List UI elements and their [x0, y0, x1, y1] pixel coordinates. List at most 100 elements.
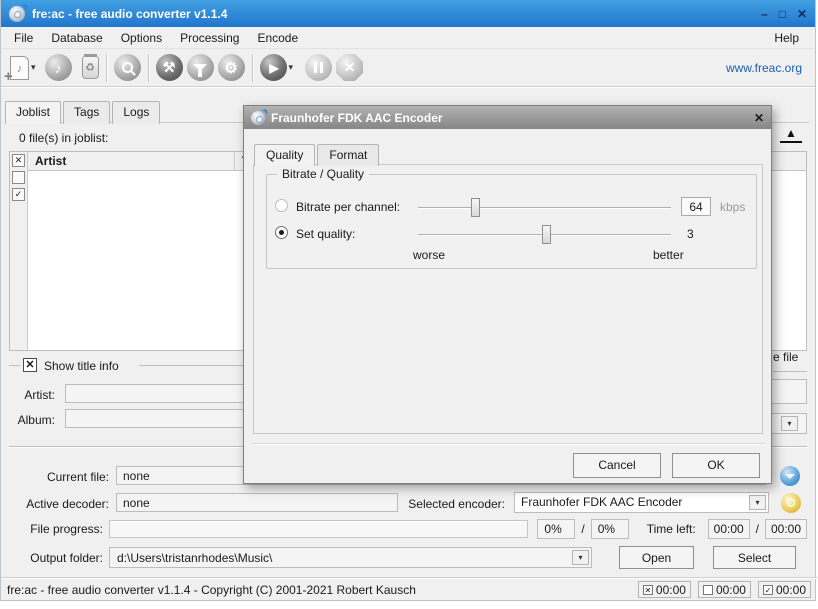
ok-button[interactable]: OK	[672, 453, 760, 478]
toggle-selection-icon[interactable]: ✓	[12, 188, 25, 201]
time-panel-selected: ✕ 00:00	[638, 581, 691, 598]
group-title: Bitrate / Quality	[277, 167, 369, 181]
combo-arrow-icon[interactable]: ▾	[781, 416, 798, 431]
active-decoder-value: none	[116, 493, 398, 512]
start-encoding-dropdown-icon[interactable]: ▾	[289, 62, 294, 73]
music-note-glyph: ♪	[55, 60, 62, 76]
close-icon[interactable]: ✕	[797, 7, 807, 21]
bitrate-unit: kbps	[720, 200, 745, 214]
status-text: fre:ac - free audio converter v1.1.4 - C…	[7, 583, 416, 597]
configure-encoder-icon[interactable]: ⚙	[218, 54, 245, 81]
quality-radio[interactable]	[275, 226, 288, 239]
section-rule	[773, 371, 807, 372]
file-progress-label: File progress:	[1, 522, 109, 536]
cancel-button[interactable]: Cancel	[573, 453, 661, 478]
tab-joblist[interactable]: Joblist	[5, 101, 61, 124]
time-left-label: Time left:	[647, 522, 696, 536]
joblist-icon[interactable]: ♪	[45, 54, 72, 81]
bitrate-label: Bitrate per channel:	[296, 200, 400, 214]
menu-file[interactable]: File	[5, 28, 42, 48]
bitrate-radio[interactable]	[275, 199, 288, 212]
slash-separator: /	[579, 522, 586, 536]
time-panel-unselected: 00:00	[698, 581, 751, 598]
menu-encode[interactable]: Encode	[248, 28, 307, 48]
scale-worse-label: worse	[413, 248, 445, 262]
plus-glyph: +	[4, 71, 13, 83]
freac-website-link[interactable]: www.freac.org	[726, 61, 806, 75]
encoder-config-dialog: Fraunhofer FDK AAC Encoder ✕ Quality For…	[243, 105, 772, 484]
quality-value: 3	[687, 227, 694, 241]
cddb-query-icon[interactable]	[114, 54, 141, 81]
configure-processing-icon[interactable]	[187, 54, 214, 81]
time-value: 00:00	[656, 583, 686, 597]
menu-database[interactable]: Database	[42, 28, 111, 48]
time-panel-total: ✓ 00:00	[758, 581, 811, 598]
pause-glyph	[314, 62, 323, 73]
joblist-count: 0 file(s) in joblist:	[19, 131, 108, 145]
toolbar-separator	[252, 54, 253, 82]
single-file-label-fragment: e file	[773, 350, 798, 364]
menu-help[interactable]: Help	[762, 28, 811, 48]
app-logo-icon	[251, 111, 265, 125]
select-all-icon[interactable]: ✕	[12, 154, 25, 167]
main-tabstrip: Joblist Tags Logs	[5, 101, 162, 124]
toolbar-separator	[106, 54, 107, 82]
menu-processing[interactable]: Processing	[171, 28, 248, 48]
selected-encoder-combo[interactable]: Fraunhofer FDK AAC Encoder ▾	[514, 492, 769, 513]
file-progress-row: File progress: 0% / 0% Time left: 00:00 …	[1, 519, 811, 539]
dialog-close-icon[interactable]: ✕	[754, 111, 764, 125]
maximize-icon[interactable]: □	[779, 7, 786, 21]
stop-glyph: ✕	[344, 59, 356, 76]
unchecked-icon	[703, 585, 713, 595]
remove-files-icon[interactable]: ♻	[82, 56, 99, 79]
combo-arrow-icon[interactable]: ▾	[749, 495, 766, 510]
output-folder-row: Output folder: d:\Users\tristanrhodes\Mu…	[1, 546, 811, 569]
tab-tags[interactable]: Tags	[63, 101, 110, 124]
gear-glyph: ⚙	[786, 497, 797, 509]
pause-encoding-icon[interactable]	[305, 54, 332, 81]
menu-bar: File Database Options Processing Encode …	[1, 27, 815, 49]
bitrate-slider-thumb[interactable]	[471, 198, 480, 217]
output-folder-label: Output folder:	[1, 551, 109, 565]
menu-options[interactable]: Options	[112, 28, 171, 48]
select-folder-button[interactable]: Select	[713, 546, 796, 569]
output-folder-value: d:\Users\tristanrhodes\Music\	[117, 551, 272, 565]
time-value: 00:00	[776, 583, 806, 597]
quality-label: Set quality:	[296, 227, 355, 241]
progress-percent-2: 0%	[591, 519, 629, 539]
artist-label: Artist:	[0, 388, 55, 402]
add-files-dropdown-icon[interactable]: ▾	[31, 62, 36, 73]
joblist-select-column: ✕ ✓	[10, 152, 28, 350]
doc-note-glyph: ♪	[17, 63, 23, 75]
dialog-title-bar: Fraunhofer FDK AAC Encoder ✕	[244, 106, 771, 129]
stop-encoding-icon[interactable]: ✕	[336, 54, 363, 81]
select-none-icon[interactable]	[12, 171, 25, 184]
configure-settings-icon[interactable]: ⚒	[156, 54, 183, 81]
bitrate-slider[interactable]	[418, 207, 671, 209]
eject-icon[interactable]: ▲	[780, 127, 802, 143]
combo-arrow-icon[interactable]: ▾	[572, 550, 589, 565]
minimize-icon[interactable]: –	[761, 7, 768, 21]
open-folder-button[interactable]: Open	[619, 546, 694, 569]
album-label: Album:	[0, 413, 55, 427]
processing-options-icon[interactable]	[780, 466, 800, 486]
tab-format[interactable]: Format	[317, 144, 379, 166]
show-title-info-label: Show title info	[44, 359, 119, 373]
quality-slider-thumb[interactable]	[542, 225, 551, 244]
tab-quality[interactable]: Quality	[254, 144, 315, 166]
selected-encoder-label: Selected encoder:	[401, 497, 505, 511]
funnel-glyph	[785, 474, 795, 479]
show-title-info-checkbox[interactable]: ✕	[23, 358, 37, 372]
add-files-icon[interactable]: ♪ +	[10, 56, 29, 80]
magnifier-glyph	[122, 62, 133, 73]
start-encoding-icon[interactable]: ▶	[260, 54, 287, 81]
bitrate-value[interactable]: 64	[681, 197, 711, 216]
quality-slider[interactable]	[418, 234, 671, 236]
section-rule	[9, 365, 20, 366]
current-file-label: Current file:	[5, 470, 109, 484]
tab-logs[interactable]: Logs	[112, 101, 160, 124]
funnel-glyph	[193, 64, 207, 71]
column-header-artist[interactable]: Artist	[28, 152, 235, 170]
output-folder-combo[interactable]: d:\Users\tristanrhodes\Music\ ▾	[109, 547, 592, 568]
encoder-options-icon[interactable]: ⚙	[781, 493, 801, 513]
